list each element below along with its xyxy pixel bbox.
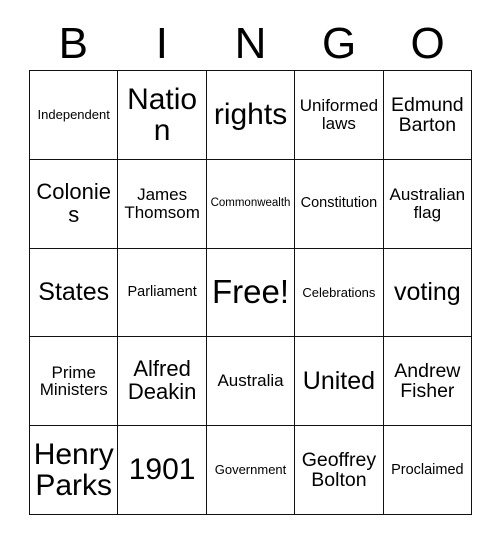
bingo-row: Henry Parks 1901 Government Geoffrey Bol… bbox=[30, 426, 473, 515]
bingo-cell-label: Independent bbox=[37, 107, 110, 123]
bingo-cell[interactable]: Alfred Deakin bbox=[118, 337, 207, 427]
header-letter-b: B bbox=[58, 19, 88, 68]
bingo-grid: Independent Nation rights Uniformed laws… bbox=[29, 70, 473, 515]
bingo-row: Independent Nation rights Uniformed laws… bbox=[30, 71, 473, 160]
bingo-cell[interactable]: States bbox=[30, 248, 119, 338]
bingo-cell-label: Edmund Barton bbox=[391, 93, 464, 136]
bingo-cell-label: James Thomsom bbox=[124, 185, 200, 222]
bingo-cell[interactable]: Colonies bbox=[30, 159, 119, 249]
bingo-cell-label: Australian flag bbox=[389, 185, 466, 222]
bingo-cell-label: Geoffrey Bolton bbox=[301, 448, 377, 492]
bingo-cell[interactable]: Australian flag bbox=[383, 159, 473, 249]
bingo-row: Prime Ministers Alfred Deakin Australia … bbox=[30, 337, 473, 427]
bingo-cell[interactable]: Celebrations bbox=[295, 248, 384, 338]
bingo-cell[interactable]: voting bbox=[383, 248, 473, 338]
bingo-cell-label: Henry Parks bbox=[33, 437, 114, 503]
bingo-cell[interactable]: Geoffrey Bolton bbox=[295, 426, 384, 515]
bingo-cell-label: States bbox=[38, 278, 110, 307]
bingo-cell-label: Prime Ministers bbox=[39, 362, 108, 400]
bingo-cell[interactable]: James Thomsom bbox=[118, 159, 207, 249]
bingo-cell-label: Nation bbox=[127, 82, 198, 147]
bingo-cell[interactable]: Constitution bbox=[295, 159, 384, 249]
bingo-cell-label: 1901 bbox=[128, 453, 196, 487]
bingo-cell-label: Parliament bbox=[127, 283, 197, 300]
bingo-cell-label: Uniformed laws bbox=[299, 96, 379, 133]
bingo-cell-label: Alfred Deakin bbox=[127, 356, 197, 405]
bingo-cell[interactable]: Nation bbox=[118, 71, 207, 160]
bingo-header-row: B I N G O bbox=[29, 18, 472, 70]
bingo-cell[interactable]: Parliament bbox=[118, 248, 207, 338]
bingo-card: B I N G O Independent Nation rights Unif… bbox=[29, 18, 473, 515]
header-letter-i: I bbox=[155, 19, 168, 68]
bingo-free-space-label: Free! bbox=[212, 273, 290, 311]
bingo-cell[interactable]: 1901 bbox=[118, 426, 207, 515]
bingo-cell-label: rights bbox=[213, 98, 288, 132]
bingo-cell-label: Celebrations bbox=[302, 284, 376, 300]
bingo-row: States Parliament Free! Celebrations vot… bbox=[30, 248, 473, 338]
bingo-cell-label: United bbox=[302, 367, 376, 396]
bingo-cell[interactable]: Prime Ministers bbox=[30, 337, 119, 427]
bingo-cell[interactable]: Henry Parks bbox=[30, 426, 119, 515]
bingo-cell[interactable]: Proclaimed bbox=[383, 426, 473, 515]
header-letter-g: G bbox=[321, 19, 357, 68]
bingo-cell[interactable]: United bbox=[295, 337, 384, 427]
bingo-cell-label: Constitution bbox=[300, 195, 378, 212]
bingo-cell[interactable]: Uniformed laws bbox=[295, 71, 384, 160]
bingo-cell-label: Andrew Fisher bbox=[394, 360, 461, 403]
bingo-cell[interactable]: rights bbox=[206, 71, 296, 160]
bingo-cell-label: voting bbox=[393, 278, 461, 307]
bingo-cell[interactable]: Commonwealth bbox=[206, 159, 296, 249]
bingo-cell-label: Australia bbox=[217, 371, 284, 391]
bingo-cell[interactable]: Independent bbox=[30, 71, 119, 160]
bingo-cell-label: Proclaimed bbox=[391, 461, 464, 478]
bingo-cell-label: Government bbox=[214, 462, 287, 478]
bingo-cell[interactable]: Andrew Fisher bbox=[383, 337, 473, 427]
bingo-row: Colonies James Thomsom Commonwealth Cons… bbox=[30, 159, 473, 249]
bingo-cell-label: Commonwealth bbox=[210, 196, 291, 209]
bingo-cell[interactable]: Australia bbox=[206, 337, 296, 427]
bingo-free-space[interactable]: Free! bbox=[206, 248, 296, 338]
bingo-cell[interactable]: Edmund Barton bbox=[383, 71, 473, 160]
bingo-cell[interactable]: Government bbox=[206, 426, 296, 515]
header-letter-n: N bbox=[234, 19, 267, 68]
bingo-cell-label: Colonies bbox=[36, 178, 111, 227]
header-letter-o: O bbox=[410, 19, 445, 68]
